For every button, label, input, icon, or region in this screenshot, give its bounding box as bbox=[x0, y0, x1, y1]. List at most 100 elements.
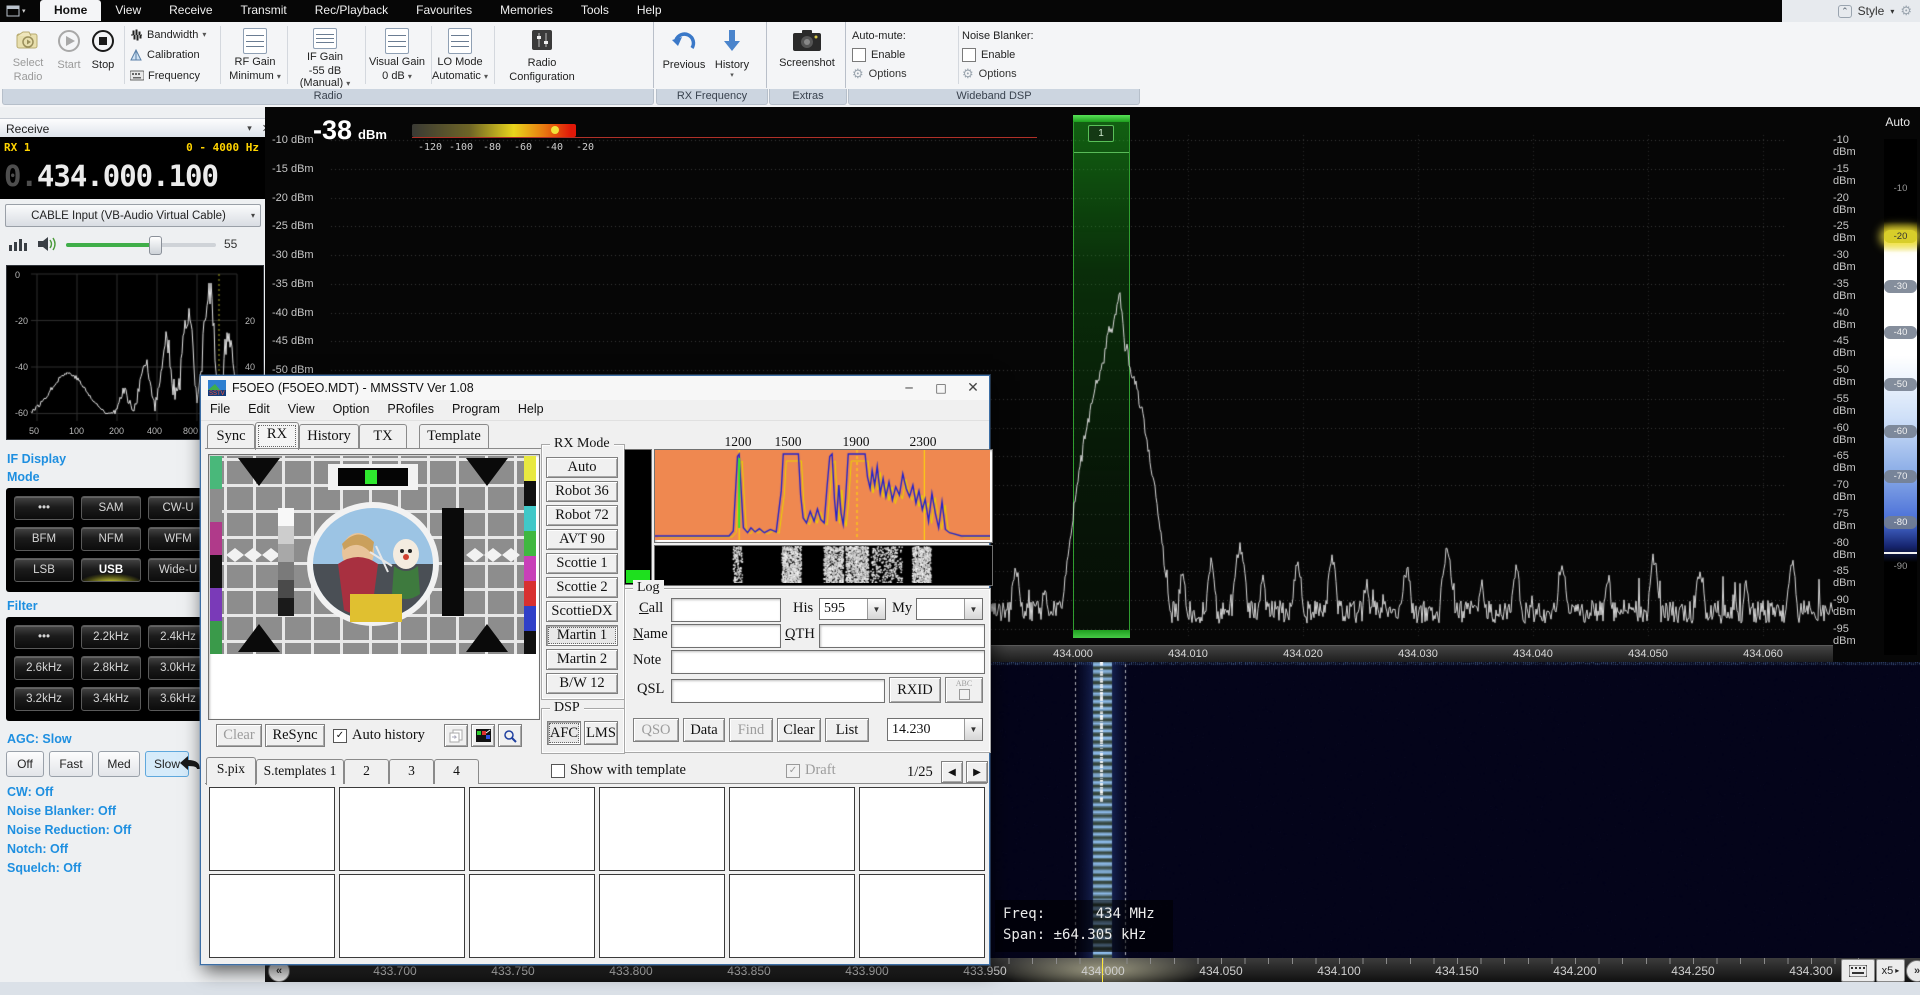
rx-mode-avt90[interactable]: AVT 90 bbox=[546, 529, 618, 550]
bandwidth-button[interactable]: Bandwidth▾ bbox=[130, 26, 216, 43]
ribbon-tab-tools[interactable]: Tools bbox=[567, 0, 623, 21]
rx-mode-martin1[interactable]: Martin 1 bbox=[546, 625, 618, 646]
strip-tab-3[interactable]: 3 bbox=[389, 759, 434, 784]
previous-button[interactable]: Previous bbox=[660, 24, 708, 90]
screenshot-button[interactable]: Screenshot bbox=[772, 24, 842, 90]
mmsstv-tab-template[interactable]: Template bbox=[419, 424, 489, 449]
log-button-find[interactable]: Find bbox=[729, 718, 773, 742]
next-page-button[interactable]: ▶ bbox=[966, 761, 988, 783]
rx-mode-auto[interactable]: Auto bbox=[546, 457, 618, 478]
agc-label[interactable]: AGC: Slow bbox=[7, 732, 72, 746]
mode-section-label[interactable]: Mode bbox=[7, 470, 40, 484]
log-button-list[interactable]: List bbox=[825, 718, 869, 742]
mmsstv-menu-option[interactable]: Option bbox=[324, 400, 379, 420]
template-thumbnail[interactable] bbox=[209, 874, 335, 958]
rx-mode-scottie1[interactable]: Scottie 1 bbox=[546, 553, 618, 574]
strip-tab-2[interactable]: 2 bbox=[344, 759, 389, 784]
rxid-button[interactable]: RXID bbox=[889, 677, 941, 703]
lo-mode-dropdown[interactable]: LO ModeAutomatic ▾ bbox=[432, 24, 488, 90]
automute-enable[interactable]: Enable bbox=[852, 45, 956, 64]
sstv-spectrum-scope[interactable] bbox=[654, 449, 993, 543]
visual-gain-dropdown[interactable]: Visual Gain0 dB ▾ bbox=[366, 24, 428, 90]
filter-button-32khz[interactable]: 3.2kHz bbox=[14, 687, 74, 711]
volume-slider-thumb[interactable] bbox=[149, 236, 162, 255]
mode-button-cwu[interactable]: CW-U bbox=[148, 496, 208, 520]
agc-button-fast[interactable]: Fast bbox=[49, 751, 93, 777]
my-select[interactable]: ▼ bbox=[916, 598, 983, 620]
log-button-data[interactable]: Data bbox=[683, 718, 725, 742]
rx-mode-scottie2[interactable]: Scottie 2 bbox=[546, 577, 618, 598]
log-button-clear[interactable]: Clear bbox=[777, 718, 821, 742]
his-select[interactable]: 595▼ bbox=[819, 598, 886, 620]
log-frequency-select[interactable]: 14.230▼ bbox=[887, 718, 983, 741]
start-button[interactable]: Start bbox=[54, 24, 84, 90]
show-with-template-checkbox[interactable] bbox=[551, 764, 565, 778]
dsp-lms[interactable]: LMS bbox=[584, 721, 618, 745]
mmsstv-menu-profiles[interactable]: PRofiles bbox=[378, 400, 443, 420]
settings-gear-icon[interactable]: ⚙ bbox=[1900, 3, 1912, 19]
status-squelch[interactable]: Squelch: Off bbox=[7, 861, 131, 880]
audio-device-select[interactable]: CABLE Input (VB-Audio Virtual Cable) ▾ bbox=[5, 204, 261, 227]
ribbon-tab-favourites[interactable]: Favourites bbox=[402, 0, 486, 21]
ribbon-tab-memories[interactable]: Memories bbox=[486, 0, 567, 21]
radio-configuration-button[interactable]: RadioConfiguration bbox=[500, 24, 584, 90]
style-label[interactable]: Style bbox=[1858, 4, 1885, 18]
filter-button-36khz[interactable]: 3.6kHz bbox=[148, 687, 208, 711]
filter-button-24khz[interactable]: 2.4kHz bbox=[148, 625, 208, 649]
mmsstv-menu-help[interactable]: Help bbox=[509, 400, 553, 420]
template-thumbnail[interactable] bbox=[729, 787, 855, 871]
qsl-input[interactable] bbox=[671, 679, 885, 703]
filter-button-26khz[interactable]: 2.6kHz bbox=[14, 656, 74, 680]
rx-mode-bw12[interactable]: B/W 12 bbox=[546, 673, 618, 694]
ribbon-tab-help[interactable]: Help bbox=[623, 0, 676, 21]
template-thumbnail[interactable] bbox=[469, 874, 595, 958]
style-dropdown-icon[interactable]: ▾ bbox=[1890, 7, 1894, 16]
mmsstv-tab-rx[interactable]: RX bbox=[255, 422, 299, 450]
scroll-right-button[interactable]: » bbox=[1906, 960, 1920, 982]
ribbon-tab-recplayback[interactable]: Rec/Playback bbox=[301, 0, 402, 21]
mmsstv-titlebar[interactable]: SSTV F5OEO (F5OEO.MDT) - MMSSTV Ver 1.08… bbox=[201, 376, 989, 400]
template-thumbnail[interactable] bbox=[599, 874, 725, 958]
mode-button-wideu[interactable]: Wide-U bbox=[148, 558, 208, 582]
template-thumbnail[interactable] bbox=[209, 787, 335, 871]
if-gain-dropdown[interactable]: IF Gain-55 dB (Manual) ▾ bbox=[288, 24, 362, 90]
note-input[interactable] bbox=[671, 650, 985, 674]
abc-macro-button[interactable]: ABC bbox=[945, 677, 983, 703]
automute-options[interactable]: ⚙Options bbox=[852, 64, 956, 83]
strip-tab-stemplates1[interactable]: S.templates 1 bbox=[256, 759, 344, 784]
noise-blanker-enable[interactable]: Enable bbox=[962, 45, 1066, 64]
log-button-qso[interactable]: QSO bbox=[633, 718, 679, 742]
filter-button-34khz[interactable]: 3.4kHz bbox=[81, 687, 141, 711]
dsp-afc[interactable]: AFC bbox=[547, 721, 581, 745]
mode-button-bfm[interactable]: BFM bbox=[14, 527, 74, 551]
call-input[interactable] bbox=[671, 598, 781, 622]
mmsstv-menu-file[interactable]: File bbox=[201, 400, 239, 420]
zoom-level-button[interactable]: x5▸ bbox=[1876, 959, 1905, 982]
template-thumbnail[interactable] bbox=[859, 874, 985, 958]
status-cw[interactable]: CW: Off bbox=[7, 785, 131, 804]
panel-collapse-icon[interactable]: ▾ bbox=[247, 123, 252, 134]
prev-page-button[interactable]: ◀ bbox=[941, 761, 963, 783]
status-noise-blanker[interactable]: Noise Blanker: Off bbox=[7, 804, 131, 823]
maximize-button[interactable]: □ bbox=[925, 377, 957, 399]
rx-mode-robot36[interactable]: Robot 36 bbox=[546, 481, 618, 502]
volume-slider[interactable] bbox=[66, 235, 216, 253]
mmsstv-window[interactable]: SSTV F5OEO (F5OEO.MDT) - MMSSTV Ver 1.08… bbox=[200, 375, 990, 965]
frequency-button[interactable]: Frequency bbox=[130, 67, 216, 84]
quick-access-toolbar[interactable]: ▾ bbox=[2, 1, 40, 20]
mode-button-sam[interactable]: SAM bbox=[81, 496, 141, 520]
rx-mode-scottiedx[interactable]: ScottieDX bbox=[546, 601, 618, 622]
filter-section-label[interactable]: Filter bbox=[7, 599, 38, 613]
mmsstv-menu-edit[interactable]: Edit bbox=[239, 400, 279, 420]
rx-mode-robot72[interactable]: Robot 72 bbox=[546, 505, 618, 526]
if-display-label[interactable]: IF Display bbox=[7, 452, 66, 466]
minimize-button[interactable]: ─ bbox=[893, 377, 925, 399]
magnifier-button[interactable] bbox=[498, 724, 522, 747]
ribbon-tab-receive[interactable]: Receive bbox=[155, 0, 226, 21]
ribbon-tab-home[interactable]: Home bbox=[40, 0, 101, 21]
status-notch[interactable]: Notch: Off bbox=[7, 842, 131, 861]
rx-clear-button[interactable]: Clear bbox=[216, 724, 262, 747]
speaker-icon[interactable] bbox=[36, 235, 58, 253]
picture-viewer-button[interactable] bbox=[471, 724, 495, 747]
draft-option[interactable]: ✓ Draft bbox=[786, 762, 836, 779]
